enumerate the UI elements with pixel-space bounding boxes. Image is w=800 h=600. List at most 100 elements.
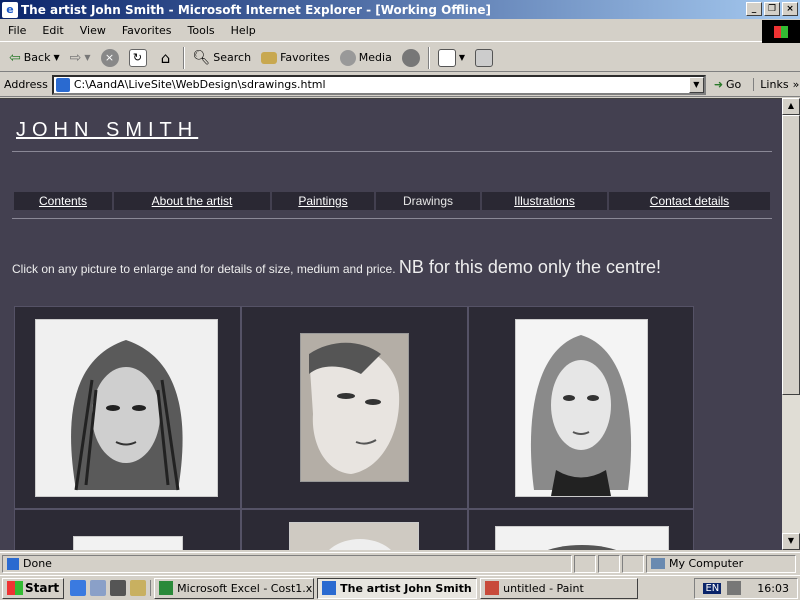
drawing-thumbnail[interactable] bbox=[495, 526, 669, 550]
ie-icon bbox=[322, 581, 337, 595]
ie-quicklaunch-icon[interactable] bbox=[70, 580, 87, 596]
clock: 16:03 bbox=[757, 581, 789, 595]
nav-drawings: Drawings bbox=[376, 192, 482, 210]
task-ie[interactable]: The artist John Smith ... bbox=[317, 577, 478, 599]
portrait-partial-image bbox=[496, 527, 668, 550]
menu-tools[interactable]: Tools bbox=[180, 24, 223, 37]
home-icon: ⌂ bbox=[160, 48, 171, 67]
nav-illustrations-label: Illustrations bbox=[514, 194, 575, 208]
drawing-thumbnail[interactable] bbox=[515, 319, 648, 497]
task-paint-label: untitled - Paint bbox=[503, 581, 584, 595]
nav-contact-label: Contact details bbox=[649, 194, 730, 208]
search-button[interactable]: 🔍︎ Search bbox=[188, 46, 257, 70]
address-label: Address bbox=[4, 78, 48, 91]
go-label: Go bbox=[726, 78, 742, 91]
divider bbox=[12, 218, 772, 219]
task-paint[interactable]: untitled - Paint bbox=[480, 577, 639, 599]
media-button[interactable]: Media bbox=[335, 46, 397, 70]
portrait-tilted-head-image bbox=[301, 334, 408, 481]
status-text: Done bbox=[23, 557, 52, 570]
go-button[interactable]: ➜ Go bbox=[706, 78, 749, 91]
search-icon: 🔍︎ bbox=[192, 49, 211, 66]
nav-drawings-label: Drawings bbox=[402, 194, 453, 208]
nav-about-label: About the artist bbox=[151, 194, 233, 208]
language-indicator[interactable]: EN bbox=[703, 582, 722, 594]
paint-icon bbox=[485, 581, 500, 595]
chevron-down-icon[interactable]: ▼ bbox=[84, 53, 90, 62]
refresh-button[interactable]: ↻ bbox=[124, 46, 152, 70]
address-url[interactable]: C:\AandA\LiveSite\WebDesign\sdrawings.ht… bbox=[74, 78, 326, 91]
print-button[interactable] bbox=[470, 46, 498, 70]
print-icon bbox=[474, 48, 493, 67]
intro-instruction: Click on any picture to enlarge and for … bbox=[12, 262, 396, 276]
gallery-cell bbox=[468, 306, 694, 509]
desktop-quicklaunch-icon[interactable] bbox=[130, 580, 147, 596]
window-title: The artist John Smith - Microsoft Intern… bbox=[21, 2, 491, 17]
stop-button[interactable]: × bbox=[96, 46, 124, 70]
portrait-braids-image bbox=[36, 320, 217, 496]
mail-icon bbox=[437, 48, 456, 67]
gallery-cell bbox=[241, 509, 468, 550]
menu-favorites[interactable]: Favorites bbox=[114, 24, 180, 37]
windows-logo-icon bbox=[762, 20, 800, 43]
menu-help[interactable]: Help bbox=[223, 24, 264, 37]
outlook-quicklaunch-icon[interactable] bbox=[90, 580, 107, 596]
close-button[interactable]: × bbox=[782, 2, 798, 16]
menu-file[interactable]: File bbox=[0, 24, 34, 37]
forward-arrow-icon: ⇨ bbox=[69, 49, 82, 66]
menu-view[interactable]: View bbox=[72, 24, 114, 37]
page-done-icon bbox=[7, 557, 19, 570]
chevron-down-icon[interactable]: ▼ bbox=[459, 53, 465, 62]
drawing-thumbnail[interactable] bbox=[289, 522, 419, 550]
address-dropdown-icon[interactable]: ▼ bbox=[688, 76, 704, 93]
status-pane bbox=[622, 554, 644, 573]
home-button[interactable]: ⌂ bbox=[152, 46, 180, 70]
site-title[interactable]: JOHN SMITH bbox=[16, 119, 198, 142]
nav-illustrations[interactable]: Illustrations bbox=[482, 192, 609, 210]
restore-button[interactable]: ❐ bbox=[764, 2, 780, 16]
start-button[interactable]: Start bbox=[2, 577, 65, 599]
drawings-gallery bbox=[14, 306, 694, 550]
nav-contents[interactable]: Contents bbox=[14, 192, 114, 210]
forward-button[interactable]: ⇨ ▼ bbox=[65, 46, 96, 70]
drawing-thumbnail[interactable] bbox=[73, 536, 183, 550]
my-computer-icon bbox=[651, 558, 665, 569]
task-ie-label: The artist John Smith ... bbox=[340, 581, 478, 595]
drawing-thumbnail-centre[interactable] bbox=[300, 333, 409, 482]
mail-button[interactable]: ▼ bbox=[433, 46, 470, 70]
explorer-quicklaunch-icon[interactable] bbox=[110, 580, 127, 596]
nav-paintings[interactable]: Paintings bbox=[272, 192, 376, 210]
favorites-button[interactable]: Favorites bbox=[256, 46, 335, 70]
scroll-up-icon[interactable]: ▲ bbox=[782, 98, 800, 115]
address-bar: Address C:\AandA\LiveSite\WebDesign\sdra… bbox=[0, 73, 800, 97]
portrait-partial-image bbox=[290, 523, 418, 550]
status-pane bbox=[574, 554, 596, 573]
drawing-thumbnail[interactable] bbox=[35, 319, 218, 497]
history-button[interactable] bbox=[397, 46, 425, 70]
tray-app-icon[interactable] bbox=[727, 581, 742, 595]
minimize-button[interactable]: _ bbox=[746, 2, 762, 16]
taskbar: Start Microsoft Excel - Cost1.xls The ar… bbox=[0, 575, 800, 600]
nav-contents-label: Contents bbox=[38, 194, 88, 208]
nav-about[interactable]: About the artist bbox=[114, 192, 272, 210]
favorites-icon bbox=[261, 51, 278, 64]
divider bbox=[12, 151, 772, 152]
chevron-right-icon[interactable]: » bbox=[793, 78, 800, 91]
standard-toolbar: ⇦ Back ▼ ⇨ ▼ × ↻ ⌂ 🔍︎ Search Favorites M… bbox=[0, 44, 800, 72]
vertical-scrollbar[interactable]: ▲ ▼ bbox=[782, 98, 800, 550]
menu-edit[interactable]: Edit bbox=[34, 24, 71, 37]
address-input[interactable]: C:\AandA\LiveSite\WebDesign\sdrawings.ht… bbox=[51, 74, 706, 95]
status-pane bbox=[598, 554, 620, 573]
chevron-down-icon[interactable]: ▼ bbox=[53, 53, 59, 62]
media-icon bbox=[339, 49, 356, 66]
system-tray: EN 16:03 bbox=[694, 577, 798, 599]
search-label: Search bbox=[213, 51, 252, 64]
page-viewport: JOHN SMITH Contents About the artist Pai… bbox=[0, 98, 782, 550]
scroll-down-icon[interactable]: ▼ bbox=[782, 533, 800, 550]
nav-contact[interactable]: Contact details bbox=[609, 192, 770, 210]
task-excel[interactable]: Microsoft Excel - Cost1.xls bbox=[154, 577, 315, 599]
links-button[interactable]: Links bbox=[753, 78, 789, 91]
back-button[interactable]: ⇦ Back ▼ bbox=[4, 46, 65, 70]
portrait-partial-image bbox=[74, 537, 182, 550]
scroll-thumb[interactable] bbox=[782, 115, 800, 395]
